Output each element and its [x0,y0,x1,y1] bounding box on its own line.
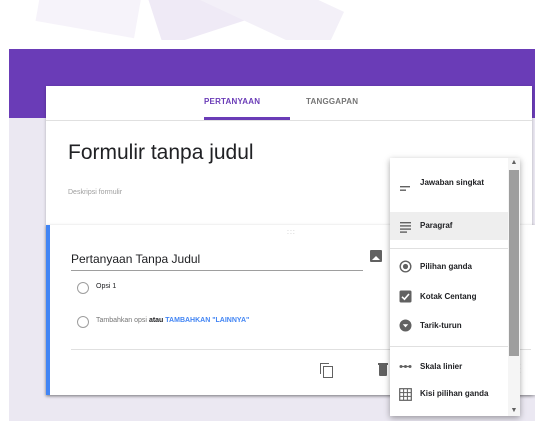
menu-item-label: Jawaban singkat [420,178,485,187]
add-option-row: Tambahkan opsi atau TAMBAHKAN "LAINNYA" [96,317,249,324]
add-other-link[interactable]: TAMBAHKAN "LAINNYA" [165,317,249,324]
menu-item-dropdown[interactable]: Tarik-turun [390,315,508,337]
radio-icon [399,260,412,273]
menu-item-label: Kisi pilihan ganda [420,389,489,398]
menu-scrollbar-thumb[interactable] [509,170,519,356]
image-icon[interactable] [370,250,382,262]
option-radio[interactable] [77,282,89,294]
menu-separator [390,346,508,347]
or-label: atau [148,317,164,324]
menu-item-linear-scale[interactable]: Skala linier [390,356,508,378]
menu-item-label: Tarik-turun [420,321,462,330]
top-decoration [0,0,535,40]
active-tab-indicator [204,117,290,120]
scroll-up-icon[interactable]: ▲ [508,158,520,168]
linear-scale-icon [399,365,412,368]
menu-item-paragraph[interactable]: Paragraf [390,212,508,240]
menu-separator [390,248,508,249]
option-1-input[interactable]: Opsi 1 [96,283,116,290]
decorative-shape [35,0,145,39]
delete-icon[interactable] [378,363,388,376]
dropdown-icon [399,319,412,332]
form-title[interactable]: Formulir tanpa judul [68,141,254,165]
scroll-down-icon[interactable]: ▼ [508,406,520,416]
duplicate-icon[interactable] [320,363,333,378]
grid-icon [399,388,412,401]
drag-handle-icon[interactable]: ::: [287,229,296,236]
menu-item-label: Paragraf [420,221,453,230]
menu-item-short-answer[interactable]: Jawaban singkat [390,170,508,206]
tab-bar: PERTANYAAN TANGGAPAN [46,86,532,121]
menu-item-multiple-choice-grid[interactable]: Kisi pilihan ganda [390,384,508,416]
menu-item-label: Skala linier [420,362,463,371]
form-description[interactable]: Deskripsi formulir [68,189,122,196]
menu-item-multiple-choice[interactable]: Pilihan ganda [390,256,508,278]
add-option-radio [77,316,89,328]
question-type-menu: Jawaban singkat Paragraf Pilihan ganda K… [390,158,520,416]
tab-questions[interactable]: PERTANYAAN [204,97,260,106]
checkbox-icon [399,290,412,303]
menu-item-label: Kotak Centang [420,292,477,301]
tab-responses[interactable]: TANGGAPAN [306,97,358,106]
menu-item-label: Pilihan ganda [420,262,473,271]
short-answer-icon [400,186,410,191]
add-option-link[interactable]: Tambahkan opsi [96,317,147,324]
question-title-input[interactable]: Pertanyaan Tanpa Judul [71,252,363,271]
menu-item-checkbox[interactable]: Kotak Centang [390,286,508,308]
paragraph-icon [400,222,411,233]
